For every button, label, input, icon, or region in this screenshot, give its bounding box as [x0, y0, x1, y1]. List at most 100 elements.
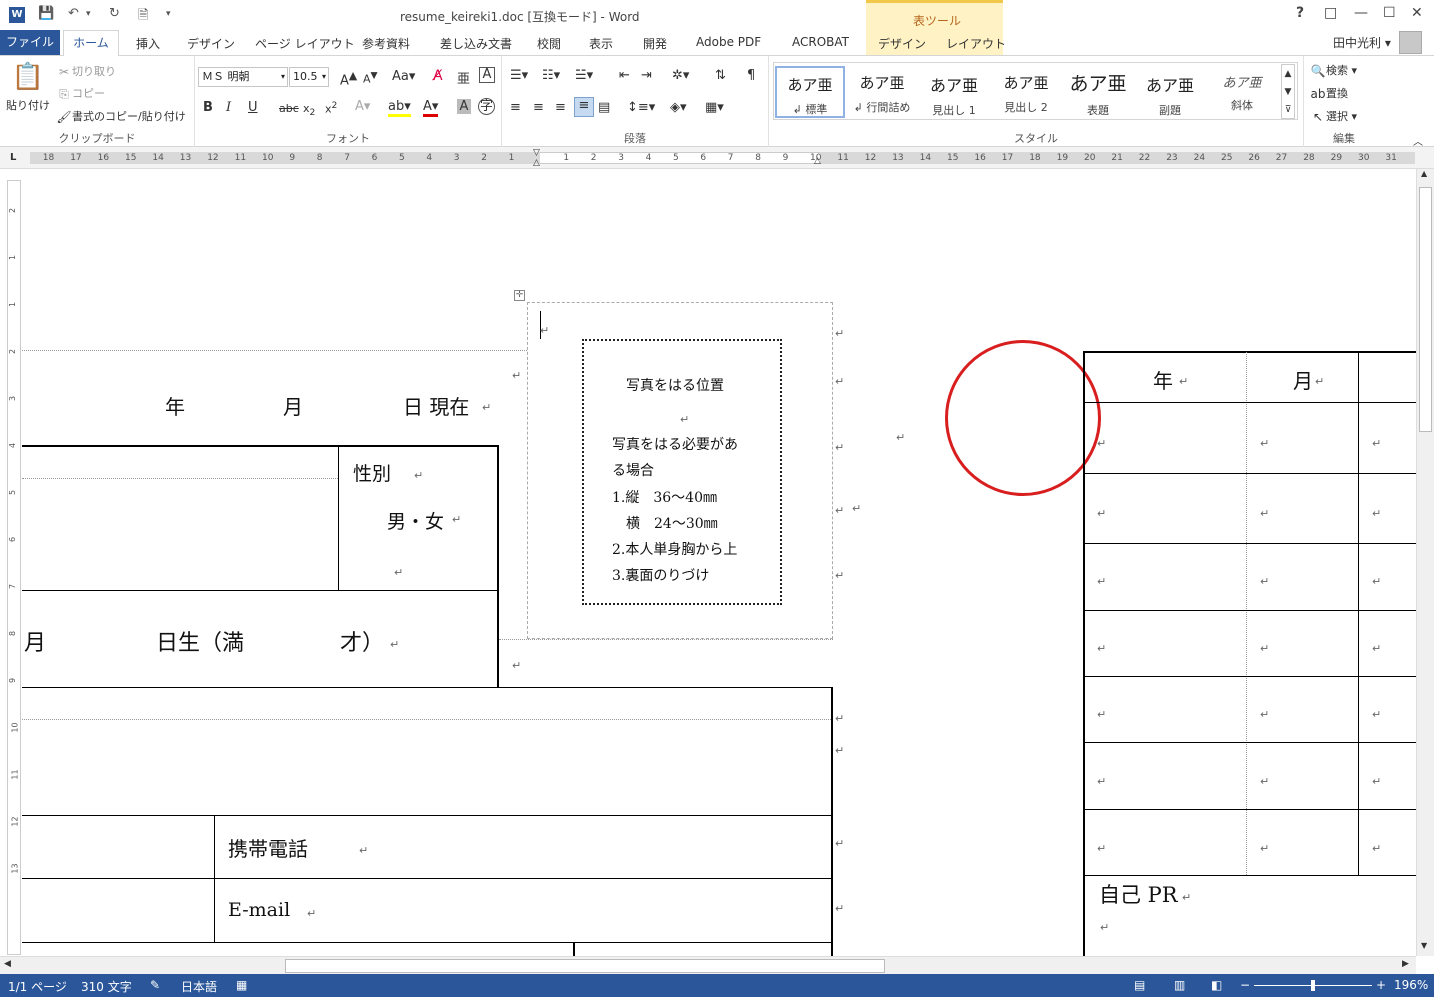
tab-acrobat[interactable]: ACROBAT	[792, 35, 849, 49]
character-shading-icon[interactable]: A	[457, 99, 471, 114]
save-icon[interactable]: 💾	[38, 6, 54, 21]
clear-formatting-icon[interactable]: A̸	[433, 68, 443, 84]
strikethrough-icon[interactable]: abc	[279, 102, 299, 115]
cut-button[interactable]: ✂ 切り取り	[56, 63, 116, 79]
line-spacing-icon[interactable]: ↕≡▾	[627, 100, 655, 115]
scroll-up-icon[interactable]: ▲	[1421, 169, 1427, 178]
show-formatting-marks-icon[interactable]: ¶	[747, 68, 755, 83]
undo-icon[interactable]: ↶	[68, 6, 79, 21]
redo-icon[interactable]: ↻	[109, 6, 120, 21]
change-case-icon[interactable]: Aa▾	[392, 69, 415, 84]
format-painter-button[interactable]: 🖌書式のコピー/貼り付け	[56, 108, 185, 124]
style-normal[interactable]: あア亜 ↲ 標準	[775, 66, 845, 118]
undo-dropdown-icon[interactable]: ▾	[86, 9, 91, 19]
macro-record-icon[interactable]: ▦	[236, 978, 247, 992]
ribbon-display-options-icon[interactable]: □	[1324, 5, 1337, 21]
text-effects-icon[interactable]: A▾	[355, 99, 370, 114]
zoom-in-button[interactable]: +	[1376, 978, 1386, 992]
enclose-characters-icon[interactable]: 字	[478, 98, 495, 115]
zoom-slider-thumb[interactable]	[1311, 980, 1315, 991]
tab-file[interactable]: ファイル	[0, 30, 60, 55]
style-title[interactable]: あア亜 表題	[1063, 66, 1133, 118]
minimize-button[interactable]: —	[1354, 5, 1368, 21]
shading-icon[interactable]: ◈▾	[670, 100, 687, 115]
paste-icon[interactable]: 📋	[10, 62, 46, 102]
copy-button[interactable]: ⎘ コピー	[56, 85, 105, 101]
web-layout-icon[interactable]: ◧	[1211, 978, 1222, 992]
vertical-ruler[interactable]: 2 1 1 2 3 4 5 6 7 8 9 10 11 12 13	[7, 180, 21, 955]
paste-button[interactable]: 貼り付け	[6, 97, 50, 113]
decrease-indent-icon[interactable]: ⇤	[619, 68, 630, 83]
style-heading-2[interactable]: あア亜 見出し 2	[991, 66, 1061, 118]
close-button[interactable]: ✕	[1411, 5, 1423, 21]
distributed-icon[interactable]: ▤	[598, 100, 610, 115]
word-app-icon[interactable]: W	[9, 7, 25, 23]
align-center-icon[interactable]: ≡	[533, 100, 544, 115]
customize-qat-icon[interactable]: ▾	[166, 9, 171, 19]
vertical-scrollbar[interactable]: ▲ ▼	[1416, 169, 1434, 956]
horizontal-scrollbar[interactable]: ◀ ▶	[0, 956, 1416, 974]
sort-icon[interactable]: ⇅	[715, 68, 726, 83]
tab-home[interactable]: ホーム	[63, 30, 119, 56]
style-gallery-scroll-icon[interactable]: ▲ ▼ ⊽	[1281, 64, 1295, 119]
zoom-out-button[interactable]: −	[1240, 978, 1250, 992]
scroll-right-icon[interactable]: ▶	[1402, 959, 1409, 969]
vertical-scroll-thumb[interactable]	[1419, 187, 1432, 432]
borders-icon[interactable]: ▦▾	[705, 100, 724, 115]
document-canvas[interactable]: ✛ ↵ 年 月 日 現在 ↵ ↵ 性別 ↵ 男・女 ↵ ↵ 月 日生（満 才） …	[22, 169, 1416, 956]
tab-view[interactable]: 表示	[589, 35, 613, 52]
scroll-down-icon[interactable]: ▼	[1421, 941, 1427, 950]
horizontal-ruler[interactable]: L 18 17 16 15 14 13 12 11 10 9 8 7 6 5 4 3 2 1 1 2 3 4 5 6 7 8 9 10…	[0, 147, 1434, 169]
justify-icon[interactable]: ≡	[574, 97, 594, 117]
superscript-icon[interactable]: x2	[325, 100, 337, 116]
align-right-icon[interactable]: ≡	[555, 100, 566, 115]
user-account[interactable]: 田中光利 ▾	[1333, 34, 1391, 51]
language-indicator[interactable]: 日本語	[181, 978, 217, 995]
underline-icon[interactable]: U	[248, 100, 258, 115]
increase-indent-icon[interactable]: ⇥	[641, 68, 652, 83]
help-icon[interactable]: ?	[1296, 5, 1304, 21]
tab-adobe-pdf[interactable]: Adobe PDF	[696, 35, 761, 49]
maximize-button[interactable]: ☐	[1383, 5, 1396, 21]
photo-placeholder-box[interactable]: 写真をはる位置 ↵ 写真をはる必要があ る場合 1.縦 36～40㎜ 横 24～…	[582, 339, 782, 605]
scroll-left-icon[interactable]: ◀	[4, 959, 11, 969]
character-border-icon[interactable]: A	[479, 67, 495, 83]
tab-design[interactable]: デザイン	[187, 35, 235, 52]
page-count[interactable]: 1/1 ページ	[8, 978, 67, 995]
subscript-icon[interactable]: x2	[303, 102, 315, 118]
tab-references[interactable]: 参考資料	[362, 35, 410, 52]
highlight-icon[interactable]: ab▾	[388, 99, 411, 117]
print-preview-icon[interactable]: 🗎	[138, 6, 148, 28]
proofing-icon[interactable]: ✎	[150, 978, 160, 992]
font-name-combo[interactable]: ＭＳ 明朝 ▾	[198, 67, 288, 87]
multilevel-list-icon[interactable]: ☱▾	[575, 68, 593, 83]
tab-table-design[interactable]: デザイン	[878, 35, 926, 52]
numbering-icon[interactable]: ☷▾	[542, 68, 560, 83]
read-mode-icon[interactable]: ▤	[1134, 978, 1145, 992]
phonetic-guide-icon[interactable]: 亜	[457, 68, 470, 87]
first-line-indent-icon[interactable]: ▽	[533, 148, 540, 158]
print-layout-icon[interactable]: ▥	[1174, 978, 1185, 992]
bullets-icon[interactable]: ☰▾	[510, 68, 528, 83]
tab-review[interactable]: 校閲	[537, 35, 561, 52]
tab-developer[interactable]: 開発	[643, 35, 667, 52]
font-size-combo[interactable]: 10.5 ▾	[289, 67, 329, 87]
tab-mailings[interactable]: 差し込み文書	[440, 35, 512, 52]
bold-icon[interactable]: B	[203, 100, 213, 115]
tab-insert[interactable]: 挿入	[136, 35, 160, 52]
table-move-handle-icon[interactable]: ✛	[514, 290, 525, 301]
style-subtitle[interactable]: あア亜 副題	[1135, 66, 1205, 118]
horizontal-scroll-thumb[interactable]	[285, 959, 885, 973]
right-indent-icon[interactable]: △	[814, 156, 821, 166]
grow-font-icon[interactable]: A▲	[340, 69, 357, 88]
italic-icon[interactable]: I	[226, 100, 231, 115]
tab-table-layout[interactable]: レイアウト	[946, 35, 1006, 52]
hanging-indent-icon[interactable]: △	[533, 158, 540, 168]
align-left-icon[interactable]: ≡	[510, 100, 521, 115]
zoom-level[interactable]: 196%	[1394, 978, 1428, 992]
avatar[interactable]	[1399, 31, 1422, 54]
style-emphasis[interactable]: あア亜 斜体	[1207, 66, 1277, 118]
shrink-font-icon[interactable]: A▼	[363, 70, 378, 86]
select-button[interactable]: ↖ 選択 ▾	[1310, 108, 1357, 124]
tab-selector-icon[interactable]: L	[10, 152, 16, 163]
